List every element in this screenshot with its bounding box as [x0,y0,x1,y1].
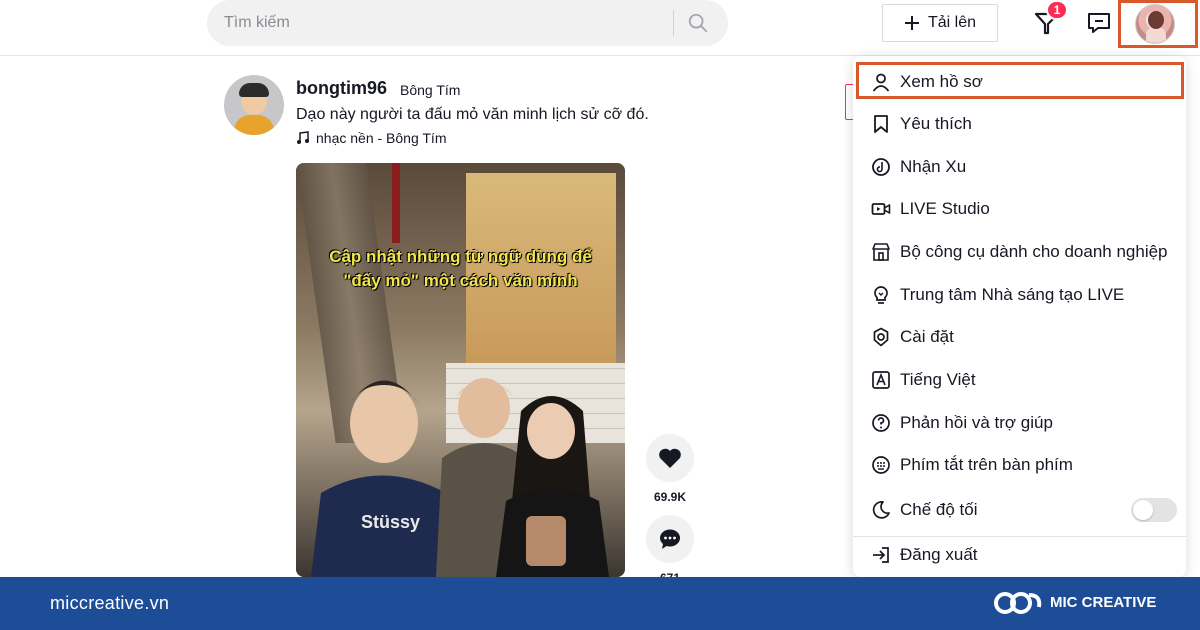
menu-item-get-coins[interactable]: Nhận Xu [853,147,1186,187]
menu-label: LIVE Studio [900,199,990,218]
menu-item-live-creator-hub[interactable]: Trung tâm Nhà sáng tạo LIVE [853,275,1186,315]
language-icon [872,371,890,389]
menu-label: Tiếng Việt [900,370,976,389]
inbox-badge: 1 [1046,0,1068,20]
menu-label: Nhận Xu [900,157,967,176]
menu-label: Đăng xuất [900,545,978,564]
post-nickname: Bông Tím [400,82,461,98]
search-input[interactable] [207,14,657,32]
footer-site: miccreative.vn [50,593,170,613]
music-note-icon [297,131,309,144]
menu-item-logout[interactable]: Đăng xuất [853,535,1186,575]
menu-label: Yêu thích [900,114,972,133]
moon-icon [872,501,890,519]
search-icon [688,13,708,33]
like-count: 69.9K [653,490,687,504]
menu-item-keyboard-shortcuts[interactable]: Phím tắt trên bàn phím [853,445,1186,485]
coin-icon [872,158,890,176]
post-username[interactable]: bongtim96 [296,78,387,99]
menu-label: Chế độ tối [900,500,978,519]
menu-item-language[interactable]: Tiếng Việt [853,360,1186,400]
toggle-knob [1133,500,1153,520]
post-music[interactable]: nhạc nền - Bông Tím [296,130,446,146]
messages-button[interactable] [1086,10,1112,36]
video-person-right [496,396,609,577]
search-bar [207,0,728,46]
video-overlay-text: Cập nhật những từ ngữ dùng để "đấy mỏ" m… [296,245,625,293]
upload-button[interactable]: Tải lên [882,4,998,42]
menu-label: Phím tắt trên bàn phím [900,455,1073,474]
post-video[interactable]: Stüssy Cập nhật những từ ngữ dùng để "đấ… [296,163,625,577]
menu-item-live-studio[interactable]: LIVE Studio [853,189,1186,229]
help-icon [872,414,890,432]
footer-banner: miccreative.vn MIC CREATIVE [0,577,1200,630]
menu-item-business-suite[interactable]: Bộ công cụ dành cho doanh nghiệp [853,232,1186,272]
menu-item-feedback-help[interactable]: Phản hồi và trợ giúp [853,403,1186,443]
store-icon [872,243,890,261]
message-icon [1088,13,1110,33]
menu-item-settings[interactable]: Cài đặt [853,317,1186,357]
overlay-line-2: "đấy mỏ" một cách văn minh [343,271,578,290]
menu-label: Trung tâm Nhà sáng tạo LIVE [900,285,1125,304]
video-person-left: Stüssy [311,380,456,577]
top-bar: Tải lên 1 [0,0,1200,56]
view-profile-highlight-box [856,62,1184,99]
menu-item-dark-mode: Chế độ tối [853,490,1186,530]
post-author-avatar[interactable] [224,75,284,135]
gear-icon [873,327,889,347]
menu-label: Bộ công cụ dành cho doanh nghiệp [900,242,1168,261]
video-camera-icon [871,203,891,215]
menu-item-favorites[interactable]: Yêu thích [853,104,1186,144]
menu-label: Phản hồi và trợ giúp [900,413,1053,432]
profile-avatar[interactable] [1135,4,1175,44]
svg-text:Stüssy: Stüssy [361,512,420,532]
keyboard-icon [872,456,890,474]
dark-mode-toggle[interactable] [1131,498,1177,522]
overlay-line-1: Cập nhật những từ ngữ dùng để [329,247,592,266]
comment-button[interactable] [646,515,694,563]
bookmark-icon [874,115,888,133]
upload-label: Tải lên [927,14,977,31]
heart-icon [659,448,681,468]
plus-icon [904,16,919,30]
comment-icon [660,529,680,549]
post-caption: Dạo này người ta đấu mỏ văn minh lịch sử… [296,106,649,123]
profile-dropdown-menu: Xem hồ sơ Yêu thích Nhận Xu LIVE Studio … [853,56,1186,577]
search-button[interactable] [685,10,711,36]
footer-brand: MIC CREATIVE [1050,594,1157,611]
music-label: nhạc nền - Bông Tím [316,130,447,146]
like-button[interactable] [646,434,694,482]
logout-icon [873,547,889,563]
mic-creative-logo [994,592,1042,614]
menu-label: Cài đặt [900,327,954,346]
search-divider [673,10,674,36]
lightbulb-icon [874,286,888,304]
